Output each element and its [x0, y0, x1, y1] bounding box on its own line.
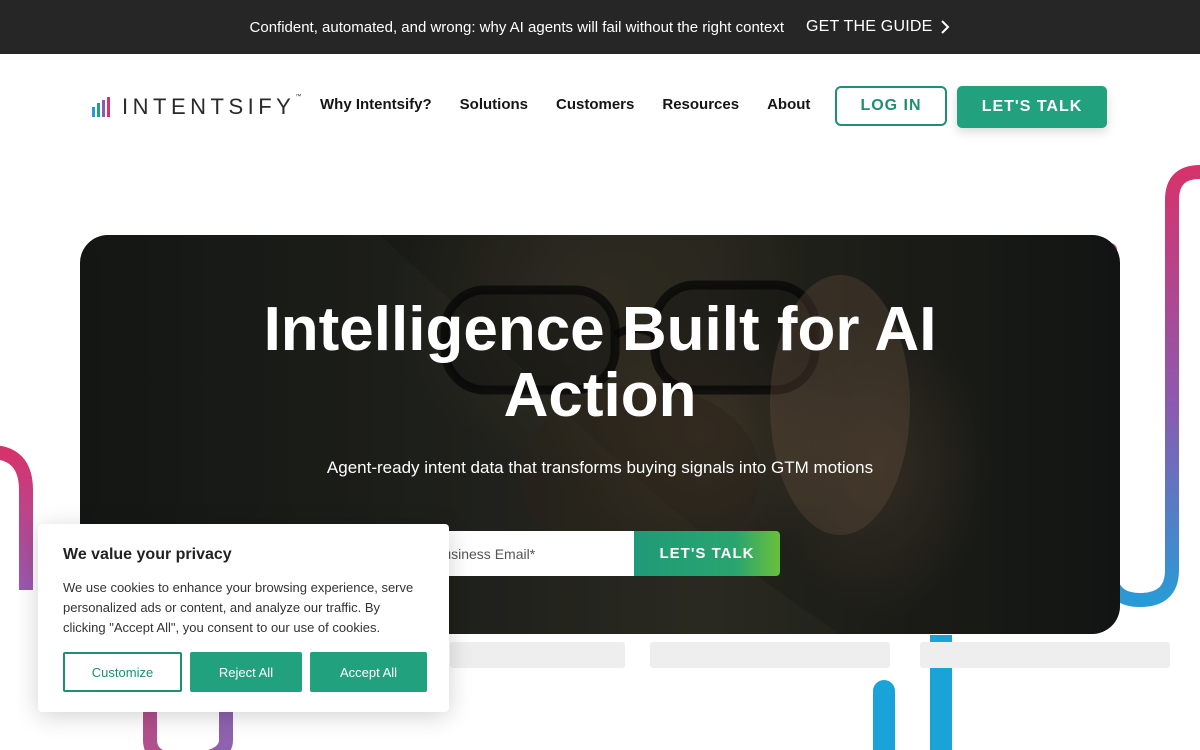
hero-signup-form: LET'S TALK [420, 531, 780, 576]
chevron-right-icon [941, 20, 950, 34]
lets-talk-header-button[interactable]: LET'S TALK [957, 86, 1107, 128]
dot-pattern [450, 642, 1170, 668]
nav-about[interactable]: About [767, 96, 810, 113]
nav-resources[interactable]: Resources [662, 96, 739, 113]
business-email-input[interactable] [420, 531, 634, 576]
hero-title: Intelligence Built for AI Action [80, 297, 1120, 429]
announcement-text: Confident, automated, and wrong: why AI … [249, 18, 784, 36]
hero-subtitle: Agent-ready intent data that transforms … [326, 458, 874, 477]
nav-customers[interactable]: Customers [556, 96, 634, 113]
site-header: INTENTSIFY™ Why Intentsify? Solutions Cu… [0, 54, 1200, 154]
main-nav: Why Intentsify? Solutions Customers Reso… [320, 96, 810, 113]
reject-all-button[interactable]: Reject All [190, 652, 302, 692]
login-button[interactable]: LOG IN [835, 86, 947, 126]
cookie-actions: Customize Reject All Accept All [63, 652, 427, 692]
trademark-mark: ™ [295, 94, 302, 100]
intentsify-logo[interactable]: INTENTSIFY™ [92, 94, 301, 120]
cookie-body: We use cookies to enhance your browsing … [63, 580, 414, 635]
cookie-title: We value your privacy [63, 546, 232, 563]
cookie-consent-banner: We value your privacy We use cookies to … [38, 524, 449, 712]
lets-talk-hero-button[interactable]: LET'S TALK [634, 531, 780, 576]
logo-text: INTENTSIFY™ [122, 94, 302, 119]
announcement-bar: Confident, automated, and wrong: why AI … [0, 0, 1200, 54]
nav-solutions[interactable]: Solutions [460, 96, 528, 113]
get-the-guide-label: GET THE GUIDE [806, 18, 933, 35]
signal-bars-icon [92, 97, 110, 117]
get-the-guide-link[interactable]: GET THE GUIDE [806, 18, 950, 36]
hero-title-line-2: Action [503, 361, 697, 430]
hero-title-line-1: Intelligence Built for AI [263, 295, 937, 364]
customize-button[interactable]: Customize [63, 652, 182, 692]
accept-all-button[interactable]: Accept All [310, 652, 427, 692]
nav-why-intentsify[interactable]: Why Intentsify? [320, 96, 432, 113]
